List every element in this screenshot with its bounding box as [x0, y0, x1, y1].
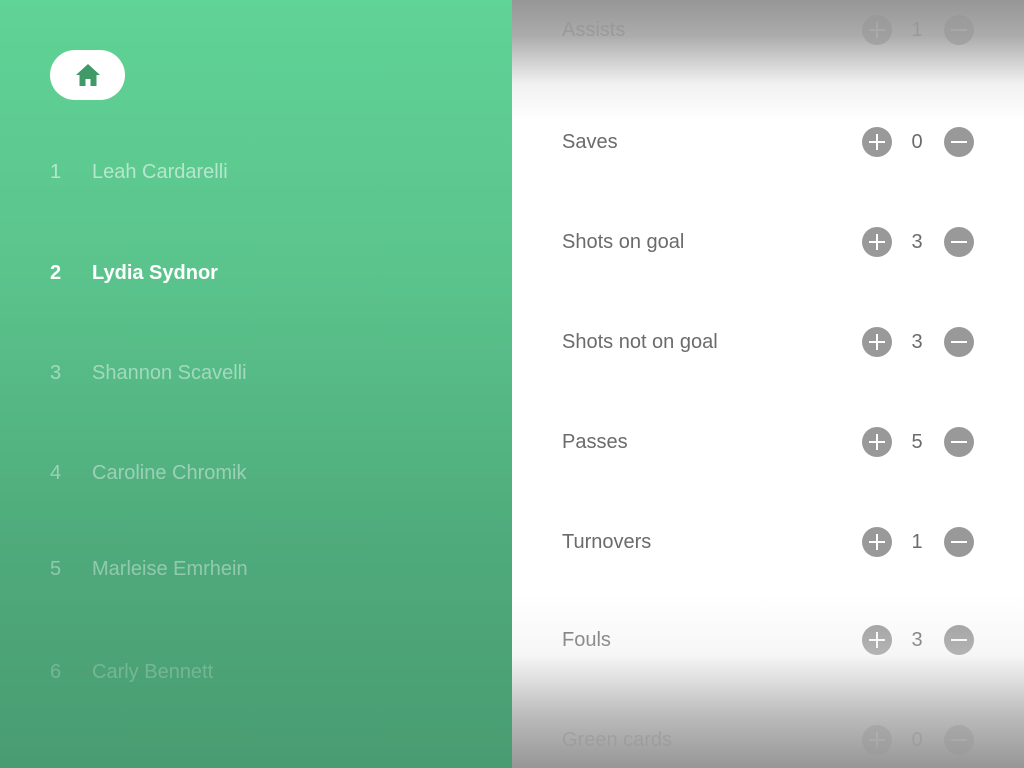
- stat-row-saves: Saves 0: [512, 122, 1024, 162]
- plus-circle-icon[interactable]: [862, 625, 892, 655]
- plus-circle-icon[interactable]: [862, 127, 892, 157]
- stat-row-passes: Passes 5: [512, 422, 1024, 462]
- player-number: 4: [50, 461, 62, 484]
- home-button[interactable]: [50, 50, 125, 100]
- plus-circle-icon[interactable]: [862, 327, 892, 357]
- roster-item-4[interactable]: 4 Caroline Chromik: [50, 458, 247, 488]
- player-number: 1: [50, 160, 62, 183]
- stats-panel: Assists 1 Saves 0 Shots on goal 3 Shots …: [512, 0, 1024, 768]
- stat-label: Passes: [562, 431, 628, 453]
- stat-label: Shots on goal: [562, 231, 685, 253]
- player-name: Lydia Sydnor: [92, 261, 218, 284]
- home-icon: [75, 63, 101, 87]
- stat-row-shots-not-on-goal: Shots not on goal 3: [512, 322, 1024, 362]
- stat-value: 3: [911, 231, 923, 253]
- stat-value: 1: [911, 531, 923, 553]
- plus-circle-icon[interactable]: [862, 15, 892, 45]
- stat-label: Assists: [562, 19, 626, 41]
- stat-label: Shots not on goal: [562, 331, 718, 353]
- roster-item-1[interactable]: 1 Leah Cardarelli: [50, 157, 228, 187]
- plus-circle-icon[interactable]: [862, 227, 892, 257]
- stat-row-shots-on-goal: Shots on goal 3: [512, 222, 1024, 262]
- minus-circle-icon[interactable]: [944, 625, 974, 655]
- stat-row-assists: Assists 1: [512, 10, 1024, 50]
- minus-circle-icon[interactable]: [944, 725, 974, 755]
- stat-label: Saves: [562, 131, 618, 153]
- player-number: 2: [50, 261, 62, 284]
- stat-label: Green cards: [562, 729, 673, 751]
- plus-circle-icon[interactable]: [862, 527, 892, 557]
- minus-circle-icon[interactable]: [944, 127, 974, 157]
- stat-label: Turnovers: [562, 531, 652, 553]
- roster-item-3[interactable]: 3 Shannon Scavelli: [50, 358, 247, 388]
- stat-row-fouls: Fouls 3: [512, 620, 1024, 660]
- stat-value: 0: [911, 729, 923, 751]
- stat-row-green-cards: Green cards 0: [512, 720, 1024, 760]
- stat-row-turnovers: Turnovers 1: [512, 522, 1024, 562]
- roster-item-2[interactable]: 2 Lydia Sydnor: [50, 258, 218, 288]
- player-number: 5: [50, 557, 62, 580]
- minus-circle-icon[interactable]: [944, 15, 974, 45]
- player-number: 3: [50, 361, 62, 384]
- minus-circle-icon[interactable]: [944, 427, 974, 457]
- player-name: Caroline Chromik: [92, 461, 247, 484]
- player-name: Carly Bennett: [92, 660, 214, 683]
- plus-circle-icon[interactable]: [862, 725, 892, 755]
- minus-circle-icon[interactable]: [944, 227, 974, 257]
- player-number: 6: [50, 660, 62, 683]
- stat-value: 5: [911, 431, 923, 453]
- stat-value: 3: [911, 331, 923, 353]
- player-name: Marleise Emrhein: [92, 557, 248, 580]
- stat-value: 3: [911, 629, 923, 651]
- stat-value: 0: [911, 131, 923, 153]
- roster-item-5[interactable]: 5 Marleise Emrhein: [50, 554, 248, 584]
- player-name: Shannon Scavelli: [92, 361, 247, 384]
- player-name: Leah Cardarelli: [92, 160, 228, 183]
- minus-circle-icon[interactable]: [944, 327, 974, 357]
- stat-label: Fouls: [562, 629, 611, 651]
- plus-circle-icon[interactable]: [862, 427, 892, 457]
- stat-value: 1: [911, 19, 923, 41]
- roster-item-6[interactable]: 6 Carly Bennett: [50, 657, 213, 687]
- app-window: 1 Leah Cardarelli 2 Lydia Sydnor 3 Shann…: [0, 0, 1024, 768]
- minus-circle-icon[interactable]: [944, 527, 974, 557]
- roster-panel: 1 Leah Cardarelli 2 Lydia Sydnor 3 Shann…: [0, 0, 512, 768]
